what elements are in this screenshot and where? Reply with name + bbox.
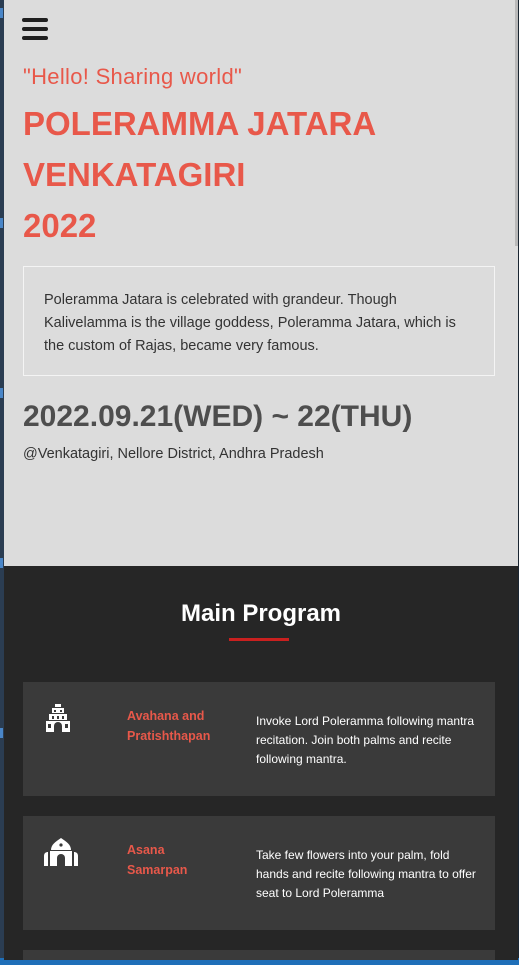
event-location: @Venkatagiri, Nellore District, Andhra P…: [23, 446, 324, 462]
title-line: POLERAMMA JATARA: [23, 105, 377, 142]
program-name: Avahana and Pratishthapan: [127, 709, 211, 743]
program-card[interactable]: Asana Samarpan Take few flowers into you…: [23, 816, 495, 930]
scrollbar[interactable]: [515, 0, 518, 246]
description-text: Poleramma Jatara is celebrated with gran…: [44, 292, 456, 354]
hero-section: "Hello! Sharing world" POLERAMMA JATARA …: [4, 0, 518, 566]
program-card[interactable]: Avahana and Pratishthapan Invoke Lord Po…: [23, 682, 495, 796]
program-description: Take few flowers into your palm, fold ha…: [256, 848, 476, 900]
greeting-text: "Hello! Sharing world": [23, 64, 243, 89]
hamburger-menu-icon[interactable]: [22, 18, 48, 40]
program-name: Asana Samarpan: [127, 843, 188, 877]
title-line: 2022: [23, 207, 97, 244]
event-date: 2022.09.21(WED) ~ 22(THU): [23, 400, 413, 433]
description-box: Poleramma Jatara is celebrated with gran…: [23, 266, 495, 376]
page-title: POLERAMMA JATARA VENKATAGIRI 2022: [23, 98, 503, 251]
title-line: VENKATAGIRI: [23, 156, 246, 193]
shrine-icon: [44, 838, 78, 866]
page-viewport: "Hello! Sharing world" POLERAMMA JATARA …: [4, 0, 518, 960]
main-program-section: Main Program Avahana and Pratishthapan I…: [4, 566, 518, 960]
title-underline: [229, 638, 289, 641]
program-description: Invoke Lord Poleramma following mantra r…: [256, 714, 475, 766]
section-title: Main Program: [180, 600, 342, 627]
program-card[interactable]: [23, 950, 495, 960]
temple-gopuram-icon: [46, 704, 70, 732]
